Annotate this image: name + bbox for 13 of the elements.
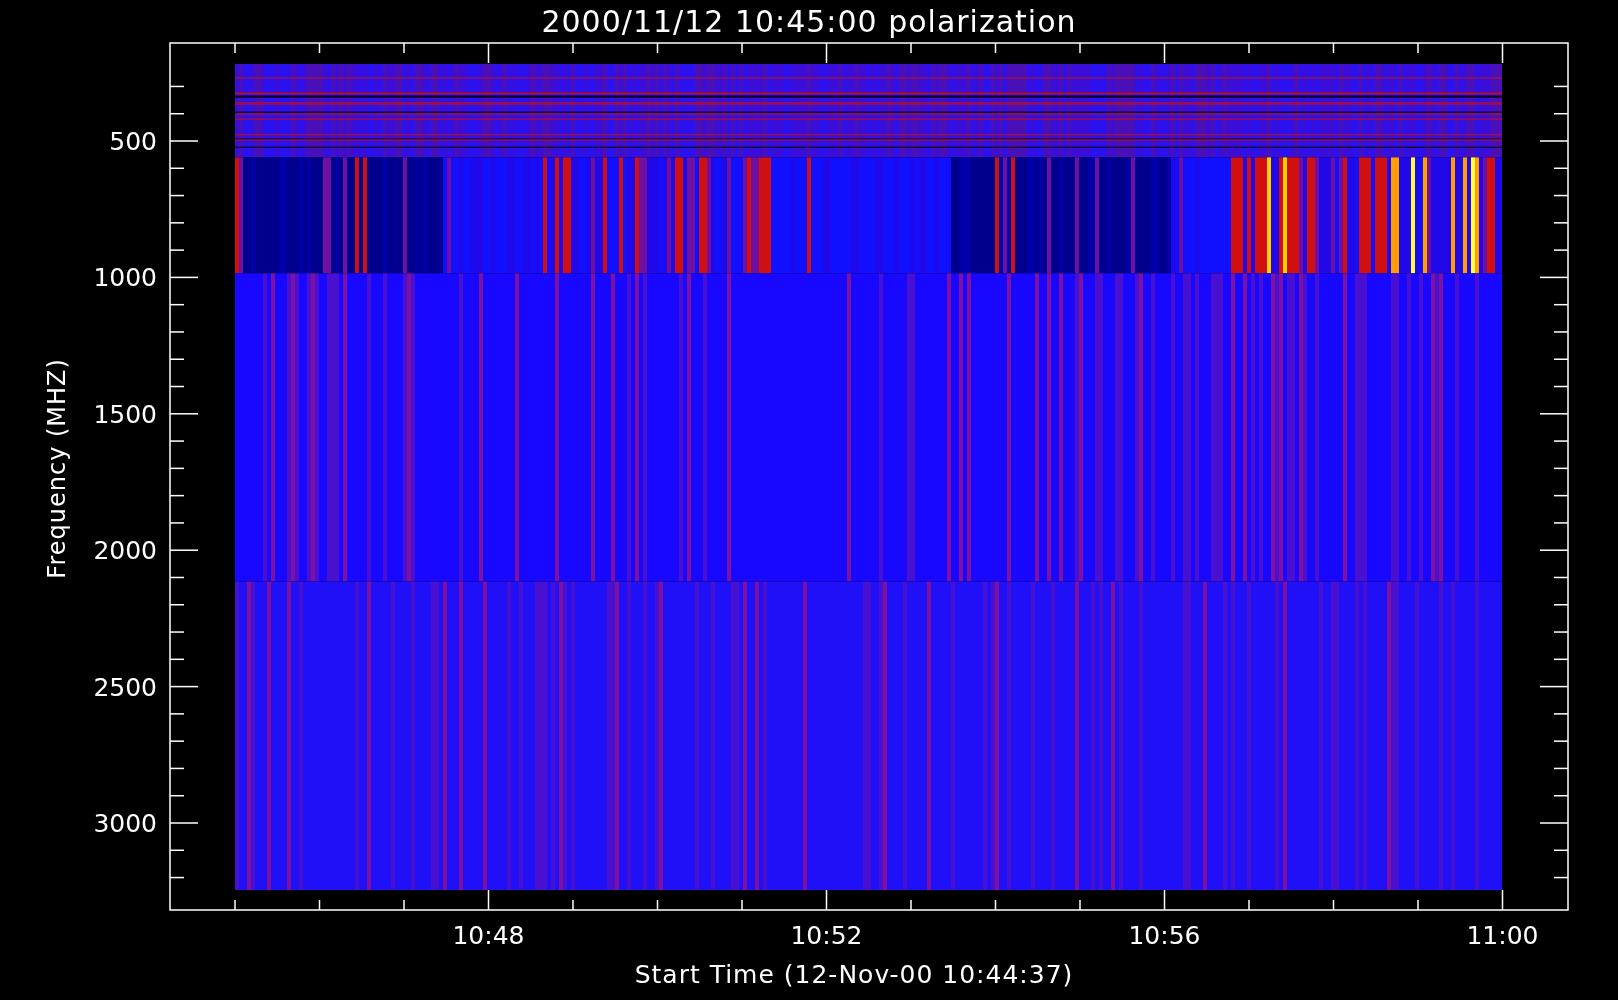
x-axis-title: Start Time (12-Nov-00 10:44:37) [634,960,1074,989]
x-tick-label: 11:00 [1466,921,1539,950]
x-tick-label: 10:56 [1128,921,1201,950]
x-tick-label: 10:48 [452,921,525,950]
y-tick-label: 1000 [93,263,157,293]
y-tick-label: 2000 [93,536,157,566]
y-tick-label: 3000 [93,809,157,838]
y-tick-label: 1500 [93,399,157,429]
y-axis-title: Frequency (MHZ) [43,358,71,579]
y-tick-label: 2500 [93,672,157,702]
x-tick-label: 10:52 [790,921,863,950]
y-tick-label: 500 [109,127,157,156]
plot-title: 2000/11/12 10:45:00 polarization [541,3,1077,39]
